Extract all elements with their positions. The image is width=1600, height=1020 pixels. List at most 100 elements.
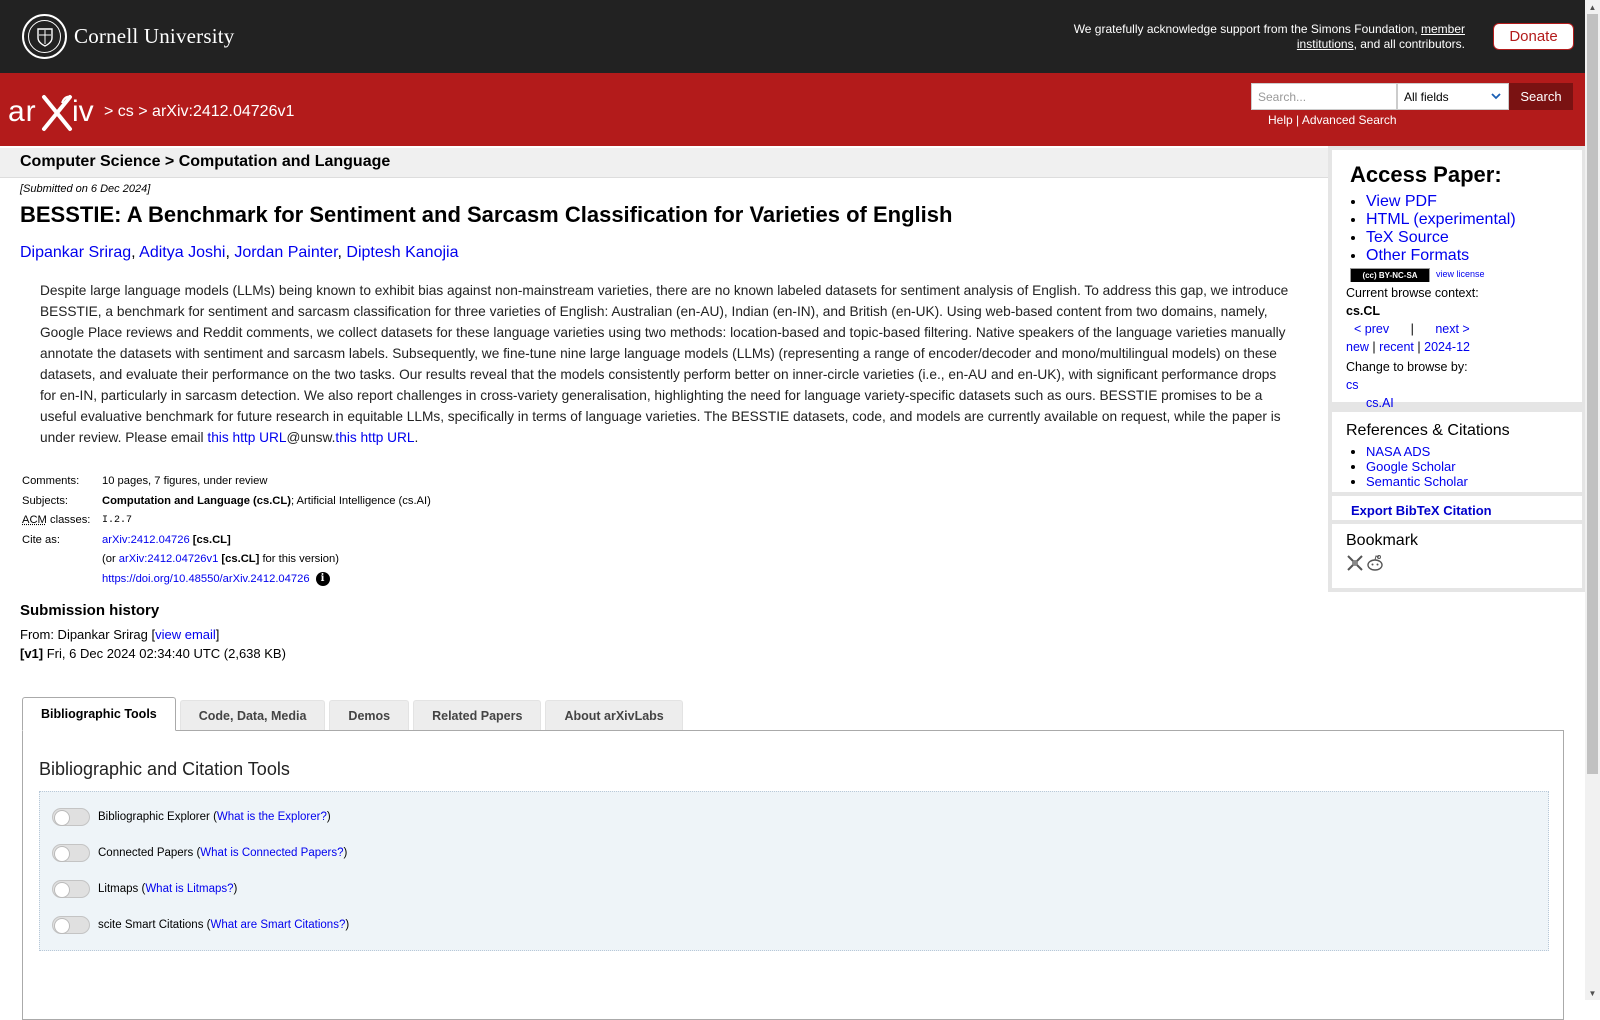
submission-history-title: Submission history — [20, 602, 160, 619]
nasa-ads-link[interactable]: NASA ADS — [1366, 444, 1430, 459]
top-bar: Cornell University We gratefully acknowl… — [0, 0, 1585, 73]
right-sidebar: Access Paper: View PDF HTML (experimenta… — [1328, 146, 1585, 592]
references-box: References & Citations NASA ADS Google S… — [1332, 412, 1582, 492]
cc-license-badge[interactable]: (cc) BY-NC-SA — [1350, 268, 1430, 283]
toggle-switch[interactable] — [52, 916, 90, 934]
doi-link[interactable]: https://doi.org/10.48550/arXiv.2412.0472… — [102, 573, 310, 585]
arxiv-logo[interactable]: ar iv — [8, 93, 100, 138]
tool-info-link[interactable]: What is Litmaps? — [145, 883, 233, 895]
paper-title: BESSTIE: A Benchmark for Sentiment and S… — [20, 202, 953, 227]
breadcrumb: > cs > arXiv:2412.04726v1 — [104, 103, 294, 121]
scroll-up-icon[interactable]: ▲ — [1585, 0, 1600, 14]
abstract-url-link[interactable]: this http URL — [335, 430, 414, 445]
tab-bibliographic-tools[interactable]: Bibliographic Tools — [22, 697, 176, 731]
search-input[interactable]: Search... — [1251, 83, 1397, 110]
abstract-text: Despite large language models (LLMs) bei… — [40, 283, 1289, 445]
month-link[interactable]: 2024-12 — [1424, 340, 1470, 354]
access-paper-title: Access Paper: — [1350, 162, 1502, 187]
tool-name: Bibliographic Explorer — [98, 811, 210, 823]
support-suffix: , and all contributors. — [1353, 37, 1465, 51]
tab-about-arxivlabs[interactable]: About arXivLabs — [545, 700, 683, 731]
donate-button[interactable]: Donate — [1493, 23, 1574, 50]
semantic-scholar-link[interactable]: Semantic Scholar — [1366, 474, 1468, 489]
svg-text:ar: ar — [8, 95, 37, 128]
cornell-logo[interactable]: Cornell University — [22, 14, 235, 59]
tab-code-data-media[interactable]: Code, Data, Media — [179, 700, 326, 731]
tab-demos[interactable]: Demos — [329, 700, 410, 731]
toggle-switch[interactable] — [52, 808, 90, 826]
tex-source-link[interactable]: TeX Source — [1366, 229, 1449, 246]
toggle-switch[interactable] — [52, 844, 90, 862]
page-scrollbar[interactable]: ▲ ▼ — [1585, 0, 1600, 1000]
access-paper-box: Access Paper: View PDF HTML (experimenta… — [1332, 150, 1582, 290]
next-link[interactable]: next > — [1435, 322, 1469, 336]
prev-link[interactable]: < prev — [1354, 322, 1389, 336]
nav-sep: | — [1417, 340, 1421, 354]
acm-abbr: ACM — [22, 514, 47, 526]
authors: Dipankar Srirag, Aditya Joshi, Jordan Pa… — [20, 244, 459, 261]
new-link[interactable]: new — [1346, 340, 1369, 354]
history-from: From: Dipankar Srirag [ — [20, 627, 156, 642]
breadcrumb-cs[interactable]: cs — [118, 103, 134, 120]
tab-related-papers[interactable]: Related Papers — [413, 700, 542, 731]
breadcrumb-id: arXiv:2412.04726v1 — [152, 103, 295, 120]
tools-box: Bibliographic Explorer (What is the Expl… — [39, 791, 1549, 951]
browse-csai-link[interactable]: cs.AI — [1366, 396, 1394, 410]
support-prefix: We gratefully acknowledge support from t… — [1073, 22, 1421, 36]
info-icon[interactable]: i — [315, 571, 330, 586]
search-field-select[interactable]: All fields — [1397, 83, 1509, 110]
meta-label: Subjects: — [22, 494, 69, 507]
labs-tabs: Bibliographic Tools Code, Data, Media De… — [22, 697, 687, 731]
metadata-table: Comments: 10 pages, 7 figures, under rev… — [22, 472, 431, 589]
support-text: We gratefully acknowledge support from t… — [1045, 22, 1465, 52]
tool-info-link[interactable]: What is the Explorer? — [217, 811, 327, 823]
tool-name: Litmaps — [98, 883, 139, 895]
cite-version-suffix: for this version) — [259, 553, 339, 565]
breadcrumb-sep: > — [104, 103, 114, 120]
cite-id-link[interactable]: arXiv:2412.04726 — [102, 534, 190, 546]
abstract-mid: @unsw. — [286, 430, 336, 445]
help-link[interactable]: Help — [1268, 113, 1293, 127]
abstract-end: . — [414, 430, 419, 445]
html-link[interactable]: HTML (experimental) — [1366, 211, 1516, 228]
cite-category: [cs.CL] — [189, 533, 231, 546]
bookmark-icons — [1346, 554, 1386, 577]
abstract-url-link[interactable]: this http URL — [207, 430, 286, 445]
tool-info-link[interactable]: What are Smart Citations? — [210, 919, 345, 931]
browse-context-box: Current browse context: cs.CL < prev | n… — [1332, 282, 1582, 410]
cite-version-link[interactable]: arXiv:2412.04726v1 — [119, 553, 219, 565]
google-scholar-link[interactable]: Google Scholar — [1366, 459, 1456, 474]
primary-subject: Computation and Language (cs.CL) — [102, 494, 291, 507]
reddit-icon[interactable] — [1366, 554, 1384, 577]
tool-name: Connected Papers — [98, 847, 194, 859]
view-pdf-link[interactable]: View PDF — [1366, 193, 1437, 210]
access-links: View PDF HTML (experimental) TeX Source … — [1366, 193, 1516, 265]
bibsonomy-icon[interactable] — [1346, 554, 1364, 577]
references-links: NASA ADS Google Scholar Semantic Scholar — [1366, 444, 1468, 489]
toggle-switch[interactable] — [52, 880, 90, 898]
change-browse-label: Change to browse by: — [1346, 360, 1468, 374]
author-link[interactable]: Aditya Joshi — [139, 244, 225, 261]
export-bibtex-link[interactable]: Export BibTeX Citation — [1351, 503, 1492, 518]
author-link[interactable]: Dipankar Srirag — [20, 244, 131, 261]
advanced-search-link[interactable]: Advanced Search — [1302, 113, 1397, 127]
view-email-link[interactable]: view email — [155, 627, 216, 642]
view-license-link[interactable]: view license — [1436, 269, 1485, 279]
author-link[interactable]: Jordan Painter — [234, 244, 337, 261]
bookmark-title: Bookmark — [1346, 532, 1419, 549]
breadcrumb-sep: > — [138, 103, 148, 120]
search-button[interactable]: Search — [1509, 83, 1573, 110]
browse-cs-link[interactable]: cs — [1346, 378, 1359, 392]
browse-context-value: cs.CL — [1346, 304, 1381, 318]
recent-link[interactable]: recent — [1379, 340, 1414, 354]
meta-label: classes: — [46, 514, 91, 526]
scroll-down-icon[interactable]: ▼ — [1585, 986, 1600, 1000]
scroll-thumb[interactable] — [1587, 14, 1598, 774]
meta-label: Cite as: — [22, 533, 60, 546]
tool-scite: scite Smart Citations (What are Smart Ci… — [52, 916, 349, 934]
tool-connected-papers: Connected Papers (What is Connected Pape… — [52, 844, 347, 862]
author-link[interactable]: Diptesh Kanojia — [346, 244, 458, 261]
tool-info-link[interactable]: What is Connected Papers? — [200, 847, 343, 859]
meta-row-subjects: Subjects: Computation and Language (cs.C… — [22, 492, 431, 512]
other-formats-link[interactable]: Other Formats — [1366, 247, 1469, 264]
